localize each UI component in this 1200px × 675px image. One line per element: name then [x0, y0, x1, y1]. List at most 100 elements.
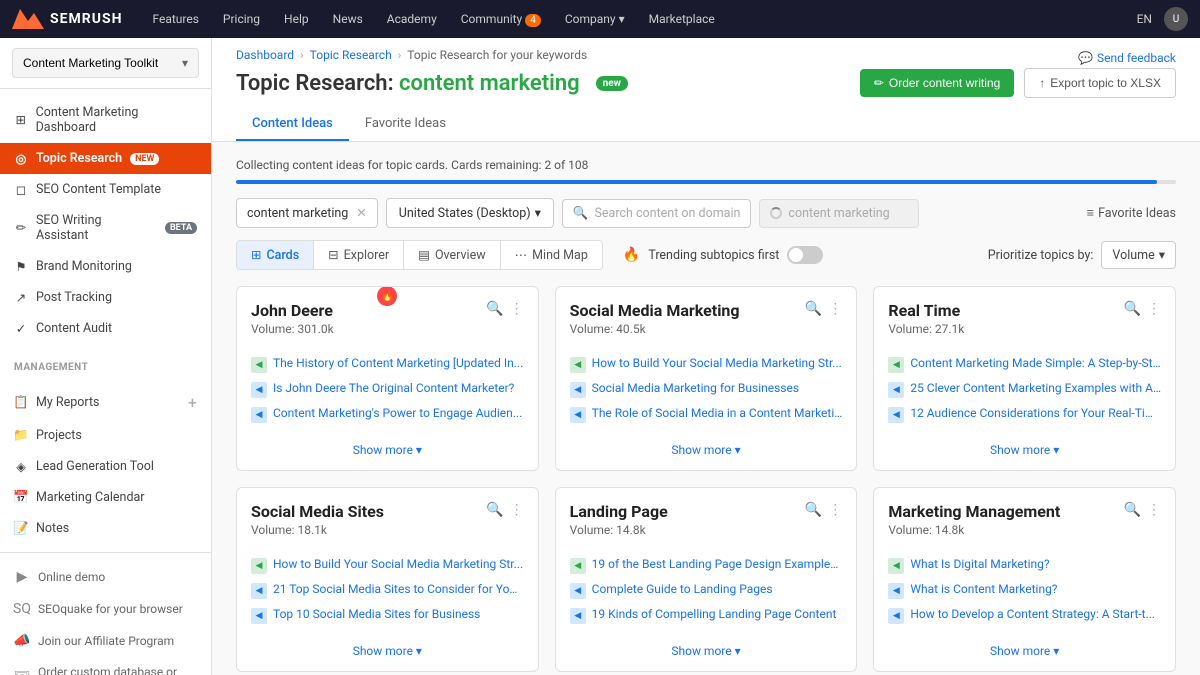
- card-search-icon[interactable]: 🔍: [805, 502, 822, 518]
- card-header: Social Media Sites Volume: 18.1k 🔍 ⋮: [237, 488, 538, 545]
- keyword-clear-icon[interactable]: ✕: [356, 205, 366, 221]
- article-link[interactable]: Complete Guide to Landing Pages: [592, 582, 773, 596]
- sidebar-label-brand-monitoring: Brand Monitoring: [36, 259, 132, 274]
- favorite-ideas-button[interactable]: ≡ Favorite Ideas: [1087, 206, 1176, 221]
- toolkit-arrow-icon: ▾: [182, 56, 188, 70]
- article-link[interactable]: What is Content Marketing?: [910, 582, 1057, 596]
- article-link[interactable]: Content Marketing's Power to Engage Audi…: [273, 406, 522, 420]
- sidebar-item-dashboard[interactable]: ⊞ Content Marketing Dashboard: [0, 97, 211, 143]
- tab-content-ideas[interactable]: Content Ideas: [236, 108, 349, 141]
- nav-company[interactable]: Company: [555, 6, 635, 32]
- nav-features[interactable]: Features: [142, 6, 208, 32]
- send-feedback-button[interactable]: 💬 Send feedback: [1078, 51, 1176, 65]
- export-icon: ↑: [1039, 76, 1045, 90]
- card-search-icon[interactable]: 🔍: [1124, 301, 1141, 317]
- avatar[interactable]: U: [1164, 7, 1188, 31]
- sidebar-bottom-seoquake[interactable]: SQ SEOquake for your browser: [0, 593, 211, 625]
- export-button[interactable]: ↑ Export topic to XLSX: [1024, 68, 1176, 98]
- card-more-icon[interactable]: ⋮: [1147, 502, 1161, 518]
- view-mindmap[interactable]: ⋯ Mind Map: [501, 241, 602, 269]
- sidebar-item-seo-template[interactable]: ◻ SEO Content Template: [0, 174, 211, 205]
- show-more-button[interactable]: Show more ▾: [353, 443, 422, 457]
- card-more-icon[interactable]: ⋮: [510, 502, 524, 518]
- article-item: ◀ 19 of the Best Landing Page Design Exa…: [570, 553, 843, 578]
- article-link[interactable]: How to Build Your Social Media Marketing…: [273, 557, 523, 571]
- article-link[interactable]: 25 Clever Content Marketing Examples wit…: [910, 381, 1161, 395]
- card-footer: Show more ▾: [556, 636, 857, 671]
- tab-favorite-ideas[interactable]: Favorite Ideas: [349, 108, 462, 141]
- logo[interactable]: SEMRUSH: [12, 9, 122, 29]
- order-content-button[interactable]: ✏ Order content writing: [860, 69, 1014, 97]
- show-more-button[interactable]: Show more ▾: [990, 443, 1059, 457]
- lead-icon: ◈: [14, 460, 28, 474]
- trending-toggle-switch[interactable]: [787, 246, 823, 264]
- add-report-icon[interactable]: +: [188, 393, 197, 412]
- article-link[interactable]: 21 Top Social Media Sites to Consider fo…: [273, 582, 524, 596]
- card-volume: Volume: 14.8k: [570, 523, 668, 537]
- show-more-button[interactable]: Show more ▾: [990, 644, 1059, 658]
- sidebar-item-seo-writing[interactable]: ✏ SEO Writing Assistant beta: [0, 205, 211, 251]
- nav-news[interactable]: News: [323, 6, 373, 32]
- domain-placeholder-text: content marketing: [788, 206, 889, 221]
- article-link[interactable]: The Role of Social Media in a Content Ma…: [592, 406, 843, 420]
- nav-marketplace[interactable]: Marketplace: [639, 6, 725, 32]
- sidebar-item-projects[interactable]: 📁 Projects: [0, 420, 211, 451]
- article-link[interactable]: Top 10 Social Media Sites for Business: [273, 607, 480, 621]
- article-link[interactable]: How to Develop a Content Strategy: A Sta…: [910, 607, 1155, 621]
- nav-pricing[interactable]: Pricing: [213, 6, 270, 32]
- article-type-icon: ◀: [570, 583, 586, 599]
- view-explorer[interactable]: ⊟ Explorer: [314, 241, 404, 269]
- article-type-icon: ◀: [888, 583, 904, 599]
- article-link[interactable]: How to Build Your Social Media Marketing…: [592, 356, 842, 370]
- keyword-filter[interactable]: content marketing ✕: [236, 198, 378, 228]
- card-search-icon[interactable]: 🔍: [1124, 502, 1141, 518]
- nav-academy[interactable]: Academy: [377, 6, 447, 32]
- sidebar-item-topic-research[interactable]: ◎ Topic Research new: [0, 143, 211, 174]
- view-overview[interactable]: ▤ Overview: [404, 241, 500, 269]
- show-more-button[interactable]: Show more ▾: [353, 644, 422, 658]
- toolkit-dropdown[interactable]: Content Marketing Toolkit ▾: [12, 48, 199, 78]
- domain-search[interactable]: 🔍 Search content on domain: [562, 199, 751, 228]
- nav-community[interactable]: Community4: [451, 6, 551, 32]
- show-more-button[interactable]: Show more ▾: [671, 644, 740, 658]
- sidebar-bottom-order-db[interactable]: 🗄 Order custom database or report: [0, 657, 211, 675]
- topic-card: Social Media Sites Volume: 18.1k 🔍 ⋮ ◀ H…: [236, 487, 539, 672]
- sidebar-bottom-affiliate[interactable]: 📣 Join our Affiliate Program: [0, 625, 211, 657]
- nav-lang[interactable]: EN: [1137, 12, 1152, 26]
- sidebar-item-lead-gen[interactable]: ◈ Lead Generation Tool: [0, 451, 211, 482]
- card-search-icon[interactable]: 🔍: [805, 301, 822, 317]
- article-link[interactable]: Is John Deere The Original Content Marke…: [273, 381, 514, 395]
- nav-help[interactable]: Help: [274, 6, 319, 32]
- show-more-button[interactable]: Show more ▾: [671, 443, 740, 457]
- cards-view-icon: ⊞: [251, 247, 261, 263]
- sidebar-item-brand-monitoring[interactable]: ⚑ Brand Monitoring: [0, 251, 211, 282]
- article-link[interactable]: 19 of the Best Landing Page Design Examp…: [592, 557, 843, 571]
- article-link[interactable]: Content Marketing Made Simple: A Step-by…: [910, 356, 1161, 370]
- sort-dropdown[interactable]: Volume ▾: [1101, 241, 1176, 269]
- breadcrumb-dashboard[interactable]: Dashboard: [236, 48, 294, 62]
- sidebar-item-my-reports[interactable]: 📋 My Reports +: [0, 385, 211, 420]
- article-link[interactable]: Social Media Marketing for Businesses: [592, 381, 799, 395]
- sidebar-item-marketing-cal[interactable]: 📅 Marketing Calendar: [0, 482, 211, 513]
- card-more-icon[interactable]: ⋮: [510, 301, 524, 317]
- sidebar-item-content-audit[interactable]: ✓ Content Audit: [0, 313, 211, 344]
- article-item: ◀ 12 Audience Considerations for Your Re…: [888, 402, 1161, 427]
- card-more-icon[interactable]: ⋮: [1147, 301, 1161, 317]
- status-text: Collecting content ideas for topic cards…: [236, 158, 588, 172]
- article-link[interactable]: What Is Digital Marketing?: [910, 557, 1049, 571]
- card-search-icon[interactable]: 🔍: [486, 502, 503, 518]
- region-filter[interactable]: United States (Desktop) ▾: [386, 198, 554, 228]
- breadcrumb-topic-research[interactable]: Topic Research: [310, 48, 392, 62]
- sidebar-bottom-demo[interactable]: ▶ Online demo: [0, 561, 211, 593]
- article-link[interactable]: 12 Audience Considerations for Your Real…: [910, 406, 1161, 420]
- page-title-group: Topic Research: content marketing new: [236, 71, 628, 96]
- sidebar-item-notes[interactable]: 📝 Notes: [0, 513, 211, 544]
- card-more-icon[interactable]: ⋮: [828, 502, 842, 518]
- sidebar-item-post-tracking[interactable]: ↗ Post Tracking: [0, 282, 211, 313]
- article-item: ◀ What is Content Marketing?: [888, 578, 1161, 603]
- view-cards[interactable]: ⊞ Cards: [237, 241, 314, 269]
- card-search-icon[interactable]: 🔍: [486, 301, 503, 317]
- card-more-icon[interactable]: ⋮: [828, 301, 842, 317]
- article-link[interactable]: The History of Content Marketing [Update…: [273, 356, 523, 370]
- article-link[interactable]: 19 Kinds of Compelling Landing Page Cont…: [592, 607, 837, 621]
